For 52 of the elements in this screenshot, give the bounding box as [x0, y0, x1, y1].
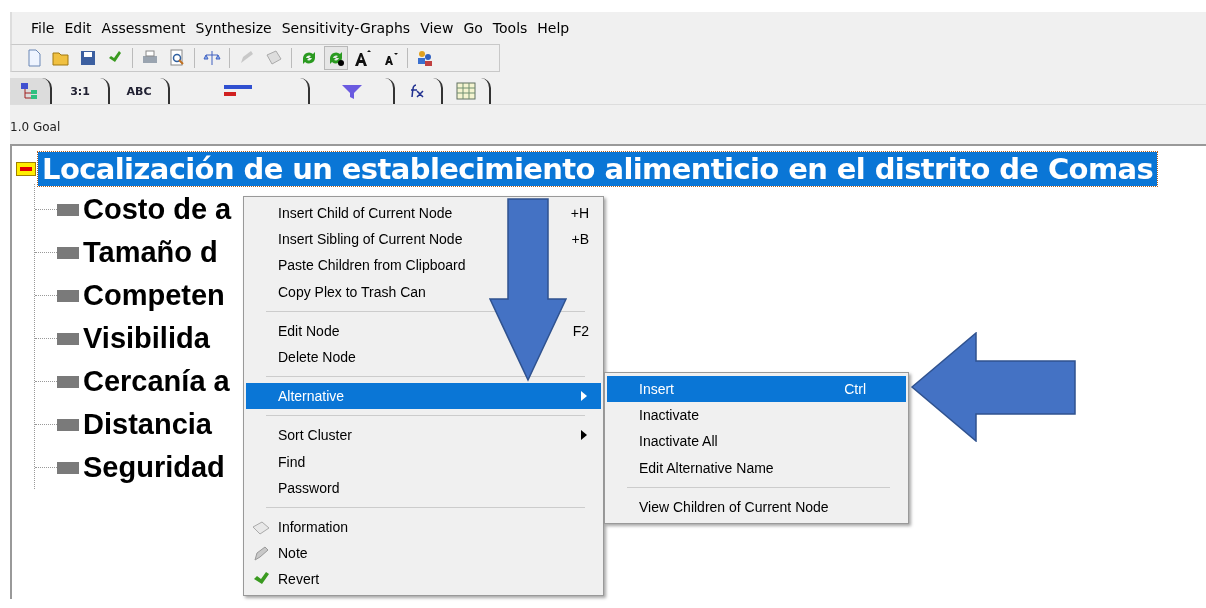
- node-icon: [57, 418, 79, 431]
- tree-node[interactable]: Tamaño d: [83, 236, 218, 269]
- node-icon: [57, 289, 79, 302]
- tree-node[interactable]: Distancia: [83, 408, 212, 441]
- menu-item[interactable]: Sensitivity-Graphs: [276, 20, 416, 36]
- submenu-arrow-icon: [579, 390, 589, 403]
- menu-item[interactable]: Sort Cluster: [246, 422, 601, 449]
- menu-item[interactable]: Revert: [246, 566, 601, 593]
- tree-node[interactable]: Cercanía a: [83, 365, 230, 398]
- menu-item[interactable]: Synthesize: [190, 20, 277, 36]
- funnel-icon: [340, 82, 363, 100]
- tree-node[interactable]: Seguridad: [83, 451, 225, 484]
- menu-item[interactable]: File: [26, 20, 60, 36]
- menu-item[interactable]: Tools: [487, 20, 533, 36]
- node-icon: [57, 461, 79, 474]
- tree-node[interactable]: Costo de a: [83, 193, 232, 226]
- menu-item[interactable]: Copy Plex to Trash Can: [246, 278, 601, 305]
- node-icon: [57, 246, 79, 259]
- menu-item[interactable]: Help: [532, 20, 575, 36]
- menu-item[interactable]: Insert Child of Current Node +H: [246, 200, 601, 227]
- node-icon: [57, 375, 79, 388]
- menu-item[interactable]: Find: [246, 448, 601, 475]
- menu-item[interactable]: Paste Children from Clipboard: [246, 252, 601, 279]
- menu-item[interactable]: Information: [246, 513, 601, 541]
- node-icon: [57, 332, 79, 345]
- menu-item[interactable]: Insert Ctrl: [607, 376, 906, 403]
- submenu-arrow-icon: [579, 429, 589, 442]
- view-tab[interactable]: [10, 78, 52, 104]
- menu-item[interactable]: Edit: [59, 20, 97, 36]
- tree-node[interactable]: Competen: [83, 279, 225, 312]
- node-path: 1.0 Goal: [10, 119, 61, 134]
- menu-item[interactable]: Note: [246, 540, 601, 567]
- collapse-icon[interactable]: [16, 162, 36, 176]
- menu-item[interactable]: View Children of Current Node: [607, 493, 906, 520]
- tree-view-icon: [20, 82, 40, 100]
- menu-item[interactable]: Password: [246, 474, 601, 501]
- menu-item[interactable]: Go: [458, 20, 488, 36]
- menu-item[interactable]: View: [415, 20, 459, 36]
- tree-node[interactable]: Visibilida: [83, 322, 210, 355]
- menu-item[interactable]: Edit Node F2: [246, 317, 601, 344]
- node-icon: [57, 203, 79, 216]
- menu-item[interactable]: Delete Node: [246, 343, 601, 371]
- pencil-icon: [252, 545, 270, 564]
- menu-item[interactable]: Edit Alternative Name: [607, 454, 906, 481]
- tree-node[interactable]: Localización de un establecimiento alimenticio en el distrito de Comas: [38, 152, 1158, 186]
- menu-item[interactable]: Inactivate All: [607, 428, 906, 455]
- menu-item[interactable]: Inactivate: [607, 402, 906, 429]
- menu-item[interactable]: Insert Sibling of Current Node +B: [246, 226, 601, 253]
- grid-icon: [456, 82, 476, 100]
- bar-chart-icon: [224, 84, 254, 98]
- menu-item[interactable]: Assessment: [96, 20, 191, 36]
- menu-item[interactable]: Alternative: [246, 383, 601, 410]
